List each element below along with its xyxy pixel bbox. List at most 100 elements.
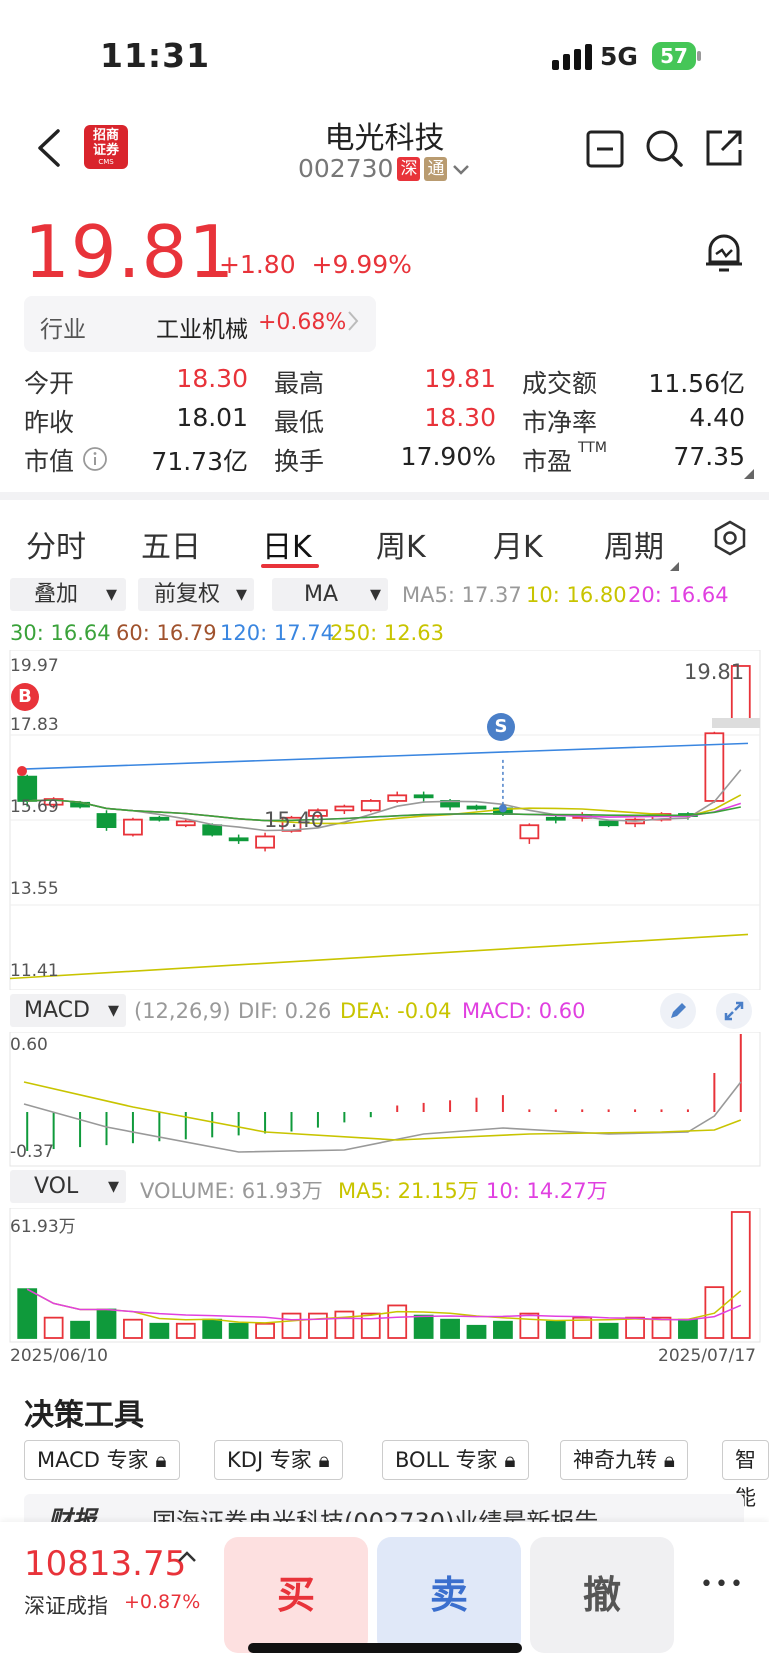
tab-monthly-k[interactable]: 月K	[493, 522, 543, 566]
chevron-right-icon	[347, 308, 359, 338]
candle-body	[123, 818, 143, 836]
sell-marker-dot	[498, 804, 507, 813]
info-icon[interactable]	[82, 446, 108, 476]
volume-bar	[334, 1310, 355, 1339]
change-percent: +9.99%	[311, 250, 412, 279]
tab-weekly-k[interactable]: 周K	[376, 522, 426, 566]
index-value[interactable]: 10813.75	[24, 1544, 186, 1584]
candle-body	[360, 800, 381, 812]
prev-close-value: 18.01	[176, 403, 248, 432]
macd-params: (12,26,9)	[134, 999, 231, 1023]
volume-bar	[175, 1322, 196, 1339]
buy-button[interactable]: 买	[224, 1537, 368, 1653]
volume-chart[interactable]	[0, 1208, 769, 1344]
caret-down-icon: ▾	[106, 582, 118, 607]
tool-boll[interactable]: BOLL 专家 🔒︎	[382, 1440, 529, 1480]
signal-icon	[552, 44, 594, 70]
tool-smart[interactable]: 智能	[722, 1440, 769, 1510]
tool-macd[interactable]: MACD 专家 🔒︎	[24, 1440, 180, 1480]
pb-label: 市净率	[522, 408, 598, 437]
price-axis-label: 11.41	[10, 961, 59, 981]
date-start: 2025/06/10	[10, 1346, 108, 1366]
indicator-dropdown[interactable]: MA ▾	[272, 578, 388, 611]
macd-chart[interactable]	[0, 1032, 769, 1168]
candlestick-chart[interactable]	[0, 650, 769, 990]
open-label: 今开	[24, 369, 75, 398]
sell-button[interactable]: 卖	[377, 1537, 521, 1653]
lock-icon: 🔒︎	[155, 1448, 167, 1472]
mcap-label: 市值	[24, 447, 75, 476]
volume-bar	[651, 1316, 672, 1339]
volume-bar	[43, 1316, 64, 1339]
settings-icon[interactable]	[713, 520, 747, 560]
volume-bar	[17, 1288, 38, 1339]
mcap-value: 71.73亿	[151, 447, 248, 476]
caret-down-icon: ▾	[370, 582, 382, 607]
adjust-dropdown[interactable]: 前复权 ▾	[138, 578, 254, 611]
ma5-value: MA5: 17.37	[402, 583, 522, 607]
battery-tip-icon	[697, 51, 701, 61]
overlay-dropdown[interactable]: 叠加 ▾	[10, 578, 126, 611]
candle-body	[149, 816, 170, 821]
open-value: 18.30	[176, 364, 248, 393]
volume-bar	[625, 1316, 645, 1339]
search-icon[interactable]	[644, 128, 684, 168]
volume-bar	[413, 1314, 434, 1339]
macd-dropdown[interactable]: MACD ▾	[10, 994, 126, 1027]
battery-icon: 57	[652, 42, 696, 70]
high-value: 19.81	[424, 364, 496, 393]
market-tag: 深	[397, 156, 421, 181]
watchlist-remove-icon[interactable]	[586, 130, 624, 168]
sell-marker[interactable]: S	[487, 713, 515, 741]
more-icon[interactable]: •••	[700, 1572, 745, 1597]
candle-body	[413, 794, 434, 799]
volume-bar	[96, 1308, 117, 1339]
industry-bar[interactable]: 行业 工业机械 +0.68%	[24, 296, 376, 352]
tab-period[interactable]: 周期	[604, 522, 664, 566]
candle-body	[466, 805, 487, 810]
chevron-down-icon	[451, 154, 471, 183]
volume-bar	[466, 1324, 487, 1339]
ma120-value: 120: 17.74	[220, 621, 334, 645]
ma30-value: 30: 16.64	[10, 621, 111, 645]
tab-five-day[interactable]: 五日	[141, 522, 201, 566]
industry-name: 工业机械	[156, 317, 248, 343]
network-label: 5G	[600, 42, 638, 71]
volume-bar	[202, 1318, 223, 1339]
volume-bar	[360, 1312, 381, 1339]
cancel-order-button[interactable]: 撤	[530, 1537, 674, 1653]
tool-kdj[interactable]: KDJ 专家 🔒︎	[214, 1440, 343, 1480]
low-value: 18.30	[424, 403, 496, 432]
price-alert-icon[interactable]	[704, 230, 744, 274]
expand-icon[interactable]	[716, 993, 752, 1029]
pe-ttm-sup: TTM	[578, 440, 607, 456]
share-icon[interactable]	[704, 128, 744, 168]
tab-intraday[interactable]: 分时	[26, 522, 86, 566]
candle-body	[704, 732, 725, 802]
tool-nine-turn[interactable]: 神奇九转 🔒︎	[560, 1440, 688, 1480]
index-name: 深证成指	[24, 1594, 108, 1618]
buy-marker[interactable]: B	[11, 683, 39, 711]
news-banner[interactable]: 财报 国海证券电光科技(002730)业绩最新报告	[24, 1494, 744, 1522]
industry-change: +0.68%	[258, 310, 347, 335]
volume-bar	[228, 1322, 249, 1339]
candle-body	[175, 820, 196, 827]
active-tab-indicator	[261, 564, 319, 568]
volume-bar	[123, 1318, 143, 1339]
stock-code-row[interactable]: 002730 深 通	[298, 154, 471, 183]
news-text: 国海证券电光科技(002730)业绩最新报告	[152, 1508, 599, 1522]
vol-frame	[9, 1208, 761, 1343]
stock-code: 002730	[298, 154, 394, 183]
macd-axis-top: 0.60	[10, 1035, 48, 1055]
price-axis-label: 19.97	[10, 656, 59, 676]
status-time: 11:31	[100, 36, 211, 75]
lock-icon: 🔒︎	[318, 1448, 330, 1472]
vol-dropdown[interactable]: VOL ▾	[10, 1170, 126, 1203]
expand-corner-icon[interactable]	[744, 464, 754, 483]
max-price-label: 19.81	[684, 660, 745, 684]
connect-tag: 通	[424, 156, 448, 181]
tab-daily-k[interactable]: 日K	[262, 522, 312, 566]
edit-indicator-icon[interactable]	[660, 993, 696, 1029]
candle-body	[96, 813, 117, 829]
current-price: 19.81	[24, 210, 236, 294]
